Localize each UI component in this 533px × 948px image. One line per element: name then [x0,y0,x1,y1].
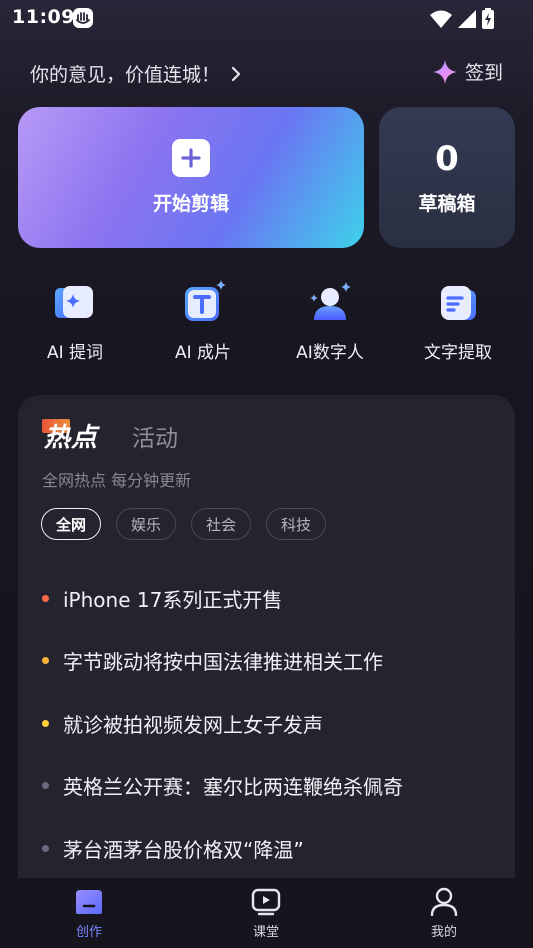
rank-dot [42,719,49,727]
start-editing-button[interactable]: 开始剪辑 [18,107,364,248]
tool-text-extract-label: 文字提取 [424,343,492,363]
profile-icon [430,887,458,916]
nav-profile[interactable]: 我的 [404,886,484,940]
rank-dot [42,657,49,665]
nav-create[interactable]: 创作 [49,886,129,940]
tab-activity[interactable]: 活动 [132,419,178,453]
ai-video-icon [185,280,226,321]
tool-ai-avatar[interactable]: AI数字人 [275,280,385,363]
news-item[interactable]: 就诊被拍视频发网上女子发声 [42,692,492,755]
plus-icon [172,139,210,177]
nav-profile-label: 我的 [430,925,457,940]
tab-hot[interactable]: 热点 [42,417,99,454]
chevron-right-icon [231,66,241,81]
panel-subtitle: 全网热点 每分钟更新 [42,471,192,490]
news-title: 英格兰公开赛：塞尔比两连鞭绝杀佩奇 [63,775,403,800]
category-chips: 全网 娱乐 社会 科技 [41,508,327,540]
bottom-nav: 创作 课堂 我的 [0,878,533,948]
battery-icon [482,8,494,29]
text-extract-icon [441,286,476,320]
news-item[interactable]: 茅台酒茅台股价格双“降温” [42,817,492,880]
tool-ai-video-label: AI 成片 [174,343,232,363]
rank-dot [42,594,49,602]
drafts-label: 草稿箱 [418,193,476,215]
rank-dot [42,782,49,790]
tool-text-extract[interactable]: 文字提取 [403,280,513,363]
news-title: iPhone 17系列正式开售 [63,587,283,612]
tool-ai-avatar-label: AI数字人 [296,343,364,363]
chip-all[interactable]: 全网 [41,508,102,540]
feedback-text: 你的意见，价值连城！ [30,64,221,86]
nav-classroom-label: 课堂 [252,925,279,940]
hot-topics-panel: 热点 活动 全网热点 每分钟更新 全网 娱乐 社会 科技 iPhone 17系列… [18,395,515,935]
nav-classroom[interactable]: 课堂 [226,886,306,940]
chip-tech[interactable]: 科技 [266,508,327,540]
checkin-label: 签到 [464,62,503,84]
news-item[interactable]: 英格兰公开赛：塞尔比两连鞭绝杀佩奇 [42,755,492,818]
ai-avatar-icon [310,282,351,320]
news-title: 就诊被拍视频发网上女子发声 [63,712,323,737]
tool-ai-prompt-label: AI 提词 [46,343,104,363]
drafts-count: 0 [435,139,459,179]
tools-row: AI 提词 AI 成片 AI数字人 文字提取 [0,280,533,363]
news-item[interactable]: iPhone 17系列正式开售 [42,567,492,630]
chip-society[interactable]: 社会 [191,508,252,540]
checkin-button[interactable]: 签到 [432,58,503,85]
tab-hot-label: 热点 [44,423,99,453]
notification-app-icon [73,8,93,28]
news-item[interactable]: 字节跳动将按中国法律推进相关工作 [42,630,492,693]
signal-icon [458,10,476,28]
tool-ai-prompt[interactable]: AI 提词 [20,280,130,363]
chip-entertainment[interactable]: 娱乐 [116,508,177,540]
wifi-icon [430,10,452,28]
sparkle-icon [432,59,457,84]
status-time: 11:09 [12,6,75,28]
status-bar: 11:09 [0,0,533,36]
rank-dot [42,844,49,852]
create-icon [76,890,102,914]
news-title: 茅台酒茅台股价格双“降温” [63,837,304,862]
news-list: iPhone 17系列正式开售 字节跳动将按中国法律推进相关工作 就诊被拍视频发… [42,567,492,880]
panel-tabs: 热点 活动 [42,417,178,454]
tool-ai-video[interactable]: AI 成片 [148,280,258,363]
classroom-icon [251,888,281,916]
ai-prompt-icon [55,286,93,318]
news-title: 字节跳动将按中国法律推进相关工作 [63,650,383,675]
drafts-button[interactable]: 0 草稿箱 [379,107,515,248]
feedback-link[interactable]: 你的意见，价值连城！ [30,60,242,87]
nav-create-label: 创作 [75,925,102,940]
start-editing-label: 开始剪辑 [152,193,229,215]
